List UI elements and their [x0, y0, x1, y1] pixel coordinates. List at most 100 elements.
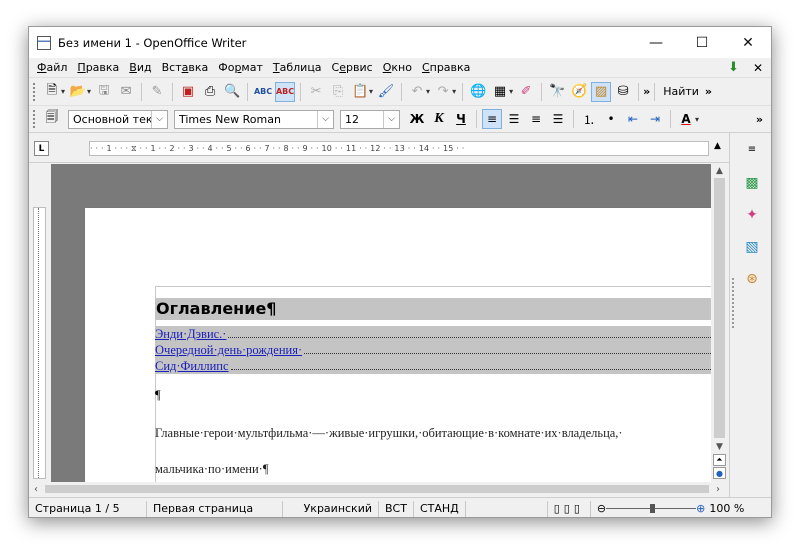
- print-icon[interactable]: ⎙: [200, 82, 220, 102]
- close-document-icon[interactable]: ✕: [753, 61, 763, 75]
- numbering-icon[interactable]: ⒈: [579, 109, 599, 129]
- empty-paragraph-mark[interactable]: ¶: [155, 388, 161, 403]
- bold-button[interactable]: Ж: [407, 109, 427, 129]
- update-icon[interactable]: ⬇: [728, 60, 739, 75]
- justify-button[interactable]: ☰: [548, 109, 568, 129]
- gallery-icon[interactable]: ▨: [591, 81, 612, 102]
- paste-dropdown-arrow[interactable]: ▾: [369, 87, 373, 96]
- paragraph-style-combo[interactable]: Основной текст ⌵: [68, 109, 168, 129]
- font-size-combo[interactable]: 12 ⌵: [340, 109, 400, 129]
- scroll-up-arrow[interactable]: ▲: [711, 164, 728, 178]
- chevron-down-icon[interactable]: ⌵: [151, 110, 167, 128]
- hscroll-thumb[interactable]: [45, 485, 709, 493]
- horizontal-ruler[interactable]: · · · 1 · · · ⧖ · · 1 · · 2 · · 3 · · 4 …: [89, 141, 709, 156]
- clone-formatting-icon[interactable]: 🖌: [376, 82, 396, 102]
- email-icon[interactable]: ✉: [116, 82, 136, 102]
- copy-icon[interactable]: ⎘: [328, 82, 348, 102]
- font-color-dropdown-arrow[interactable]: ▾: [695, 115, 699, 124]
- menu-edit[interactable]: Правка: [72, 61, 124, 74]
- properties-icon[interactable]: ▩: [742, 173, 762, 193]
- scroll-left-arrow[interactable]: ‹: [29, 482, 43, 496]
- zoom-in-icon[interactable]: ⊕: [696, 502, 705, 515]
- menu-insert[interactable]: Вставка: [157, 61, 214, 74]
- document-page[interactable]: Оглавление¶ Энди·Дэвис.· Очередной·день·…: [85, 208, 711, 482]
- language-status[interactable]: Украинский: [283, 500, 379, 517]
- maximize-button[interactable]: ☐: [679, 27, 725, 58]
- sidebar-resize-handle[interactable]: [732, 278, 735, 328]
- font-name-combo[interactable]: Times New Roman ⌵: [174, 109, 334, 129]
- page-style-status[interactable]: Первая страница: [147, 500, 283, 517]
- toolbar-grip[interactable]: [33, 82, 37, 101]
- close-button[interactable]: ✕: [725, 27, 771, 58]
- toolbar-overflow-chevron[interactable]: »: [643, 85, 650, 98]
- minimize-button[interactable]: —: [633, 27, 679, 58]
- undo-dropdown-arrow[interactable]: ▾: [426, 87, 430, 96]
- menu-file[interactable]: Файл: [32, 61, 72, 74]
- hyperlink-icon[interactable]: 🌐: [468, 82, 488, 102]
- edit-file-icon[interactable]: ✎: [147, 82, 167, 102]
- find-replace-icon[interactable]: 🔭: [547, 82, 567, 102]
- new-document-icon[interactable]: 🗎: [42, 82, 62, 102]
- new-dropdown-arrow[interactable]: ▾: [61, 87, 65, 96]
- increase-indent-icon[interactable]: ⇥: [645, 109, 665, 129]
- toolbar-grip-2[interactable]: [33, 110, 37, 128]
- menu-format[interactable]: Формат: [213, 61, 268, 74]
- tab-selector[interactable]: L: [34, 141, 49, 156]
- menu-tools[interactable]: Сервис: [327, 61, 378, 74]
- vertical-ruler[interactable]: [33, 207, 46, 479]
- view-layout-icons[interactable]: ▯▯▯: [548, 500, 591, 517]
- data-sources-icon[interactable]: ⛁: [613, 82, 633, 102]
- zoom-slider-knob[interactable]: [650, 503, 656, 513]
- chevron-down-icon[interactable]: ⌵: [383, 110, 399, 128]
- body-text-line[interactable]: мальчика·по·имени·¶: [155, 462, 269, 477]
- align-left-button[interactable]: ≡: [482, 109, 502, 129]
- draw-functions-icon[interactable]: ✐: [516, 82, 536, 102]
- insert-mode-status[interactable]: ВСТ: [379, 500, 414, 517]
- redo-dropdown-arrow[interactable]: ▾: [452, 87, 456, 96]
- formatting-overflow-chevron[interactable]: »: [756, 113, 763, 126]
- styles-icon[interactable]: ✦: [742, 205, 762, 225]
- navigator-icon[interactable]: 🧭: [569, 82, 589, 102]
- find-overflow-chevron[interactable]: »: [705, 85, 712, 98]
- body-text-line[interactable]: Главные·герои·мультфильма·—·живые·игрушк…: [155, 426, 623, 441]
- align-center-button[interactable]: ☰: [504, 109, 524, 129]
- open-icon[interactable]: 📂: [68, 82, 88, 102]
- toc-entry[interactable]: Сид·Филлипс: [155, 358, 711, 374]
- decrease-indent-icon[interactable]: ⇤: [623, 109, 643, 129]
- toc-entry[interactable]: Энди·Дэвис.·: [155, 326, 711, 342]
- bullets-icon[interactable]: •: [601, 109, 621, 129]
- table-dropdown-arrow[interactable]: ▾: [509, 87, 513, 96]
- print-preview-icon[interactable]: 🔍: [222, 82, 242, 102]
- menu-window[interactable]: Окно: [378, 61, 417, 74]
- vertical-scrollbar[interactable]: ▲ ▼ ⏶ ●: [711, 164, 728, 482]
- document-area[interactable]: Оглавление¶ Энди·Дэвис.· Очередной·день·…: [51, 164, 711, 482]
- find-toolbar-label[interactable]: Найти: [663, 85, 699, 98]
- cut-icon[interactable]: ✂: [306, 82, 326, 102]
- spellcheck-icon[interactable]: ABC: [253, 82, 273, 102]
- menu-table[interactable]: Таблица: [268, 61, 327, 74]
- zoom-out-icon[interactable]: ⊖: [591, 502, 606, 515]
- scroll-right-arrow[interactable]: ›: [711, 482, 725, 496]
- chevron-down-icon[interactable]: ⌵: [317, 110, 333, 128]
- font-color-icon[interactable]: A: [676, 109, 696, 129]
- previous-page-button[interactable]: ⏶: [713, 454, 726, 466]
- autospellcheck-icon[interactable]: ABC: [275, 81, 296, 102]
- italic-button[interactable]: К: [429, 109, 449, 129]
- toc-heading[interactable]: Оглавление¶: [155, 298, 711, 320]
- zoom-level[interactable]: 100 %: [705, 501, 750, 517]
- styles-formatting-icon[interactable]: 🗐: [42, 109, 62, 129]
- scroll-thumb[interactable]: [714, 178, 725, 438]
- ruler-scroll-up-icon[interactable]: ▲: [714, 141, 721, 151]
- toc-entry[interactable]: Очередной·день·рождения·: [155, 342, 711, 358]
- navigation-button[interactable]: ●: [713, 467, 726, 479]
- undo-icon[interactable]: ↶: [407, 82, 427, 102]
- export-pdf-icon[interactable]: ▣: [178, 82, 198, 102]
- redo-icon[interactable]: ↷: [433, 82, 453, 102]
- navigator-sidebar-icon[interactable]: ⊛: [742, 269, 762, 289]
- save-icon[interactable]: 🖫: [94, 82, 114, 102]
- zoom-slider[interactable]: [606, 502, 697, 516]
- align-right-button[interactable]: ≡: [526, 109, 546, 129]
- paste-icon[interactable]: 📋: [350, 82, 370, 102]
- table-icon[interactable]: ▦: [490, 82, 510, 102]
- open-dropdown-arrow[interactable]: ▾: [87, 87, 91, 96]
